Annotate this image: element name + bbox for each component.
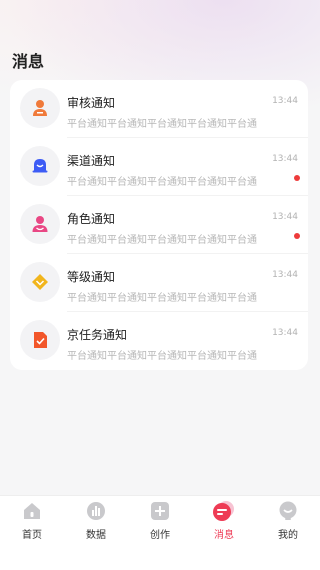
unread-dot (294, 175, 300, 181)
notification-preview: 平台通知平台通知平台通知平台通知平台通 (67, 177, 257, 188)
tab-mine[interactable]: 我的 (256, 496, 320, 570)
notification-time: 13:44 (272, 328, 298, 338)
notification-row-level[interactable]: 等级通知 13:44 平台通知平台通知平台通知平台通知平台通 (10, 254, 308, 312)
notification-preview: 平台通知平台通知平台通知平台通知平台通 (67, 235, 257, 246)
tab-label: 消息 (214, 530, 234, 541)
chart-icon (86, 501, 106, 521)
notification-time: 13:44 (272, 154, 298, 164)
tab-message[interactable]: 消息 (192, 496, 256, 570)
notification-time: 13:44 (272, 270, 298, 280)
notification-title: 渠道通知 (67, 154, 116, 168)
bottom-tab-bar: 首页 数据 创作 消息 我的 (0, 495, 320, 570)
tab-home[interactable]: 首页 (0, 496, 64, 570)
tab-create[interactable]: 创作 (128, 496, 192, 570)
profile-icon (278, 501, 298, 521)
document-icon (20, 320, 60, 360)
user-icon (20, 204, 60, 244)
bell-icon (20, 146, 60, 186)
notification-title: 等级通知 (67, 270, 116, 284)
notification-row-review[interactable]: 审核通知 13:44 平台通知平台通知平台通知平台通知平台通 (10, 80, 308, 138)
notification-title: 角色通知 (67, 212, 116, 226)
diamond-icon (20, 262, 60, 302)
message-icon (213, 501, 234, 521)
notification-time: 13:44 (272, 96, 298, 106)
notification-list: 审核通知 13:44 平台通知平台通知平台通知平台通知平台通 渠道通知 13:4… (10, 80, 308, 370)
notification-preview: 平台通知平台通知平台通知平台通知平台通 (67, 119, 257, 130)
notification-row-channel[interactable]: 渠道通知 13:44 平台通知平台通知平台通知平台通知平台通 (10, 138, 308, 196)
tab-label: 我的 (278, 530, 298, 541)
tab-label: 数据 (86, 530, 106, 541)
tab-label: 首页 (22, 530, 42, 541)
notification-row-role[interactable]: 角色通知 13:44 平台通知平台通知平台通知平台通知平台通 (10, 196, 308, 254)
plus-icon (150, 501, 170, 521)
home-icon (22, 501, 42, 521)
notification-title: 京任务通知 (67, 328, 128, 342)
notification-preview: 平台通知平台通知平台通知平台通知平台通 (67, 351, 257, 362)
notification-time: 13:44 (272, 212, 298, 222)
notification-title: 审核通知 (67, 96, 116, 110)
notification-row-task[interactable]: 京任务通知 13:44 平台通知平台通知平台通知平台通知平台通 (10, 312, 308, 370)
person-icon (20, 88, 60, 128)
tab-data[interactable]: 数据 (64, 496, 128, 570)
unread-dot (294, 233, 300, 239)
page-title: 消息 (12, 52, 45, 71)
tab-label: 创作 (150, 530, 170, 541)
notification-preview: 平台通知平台通知平台通知平台通知平台通 (67, 293, 257, 304)
